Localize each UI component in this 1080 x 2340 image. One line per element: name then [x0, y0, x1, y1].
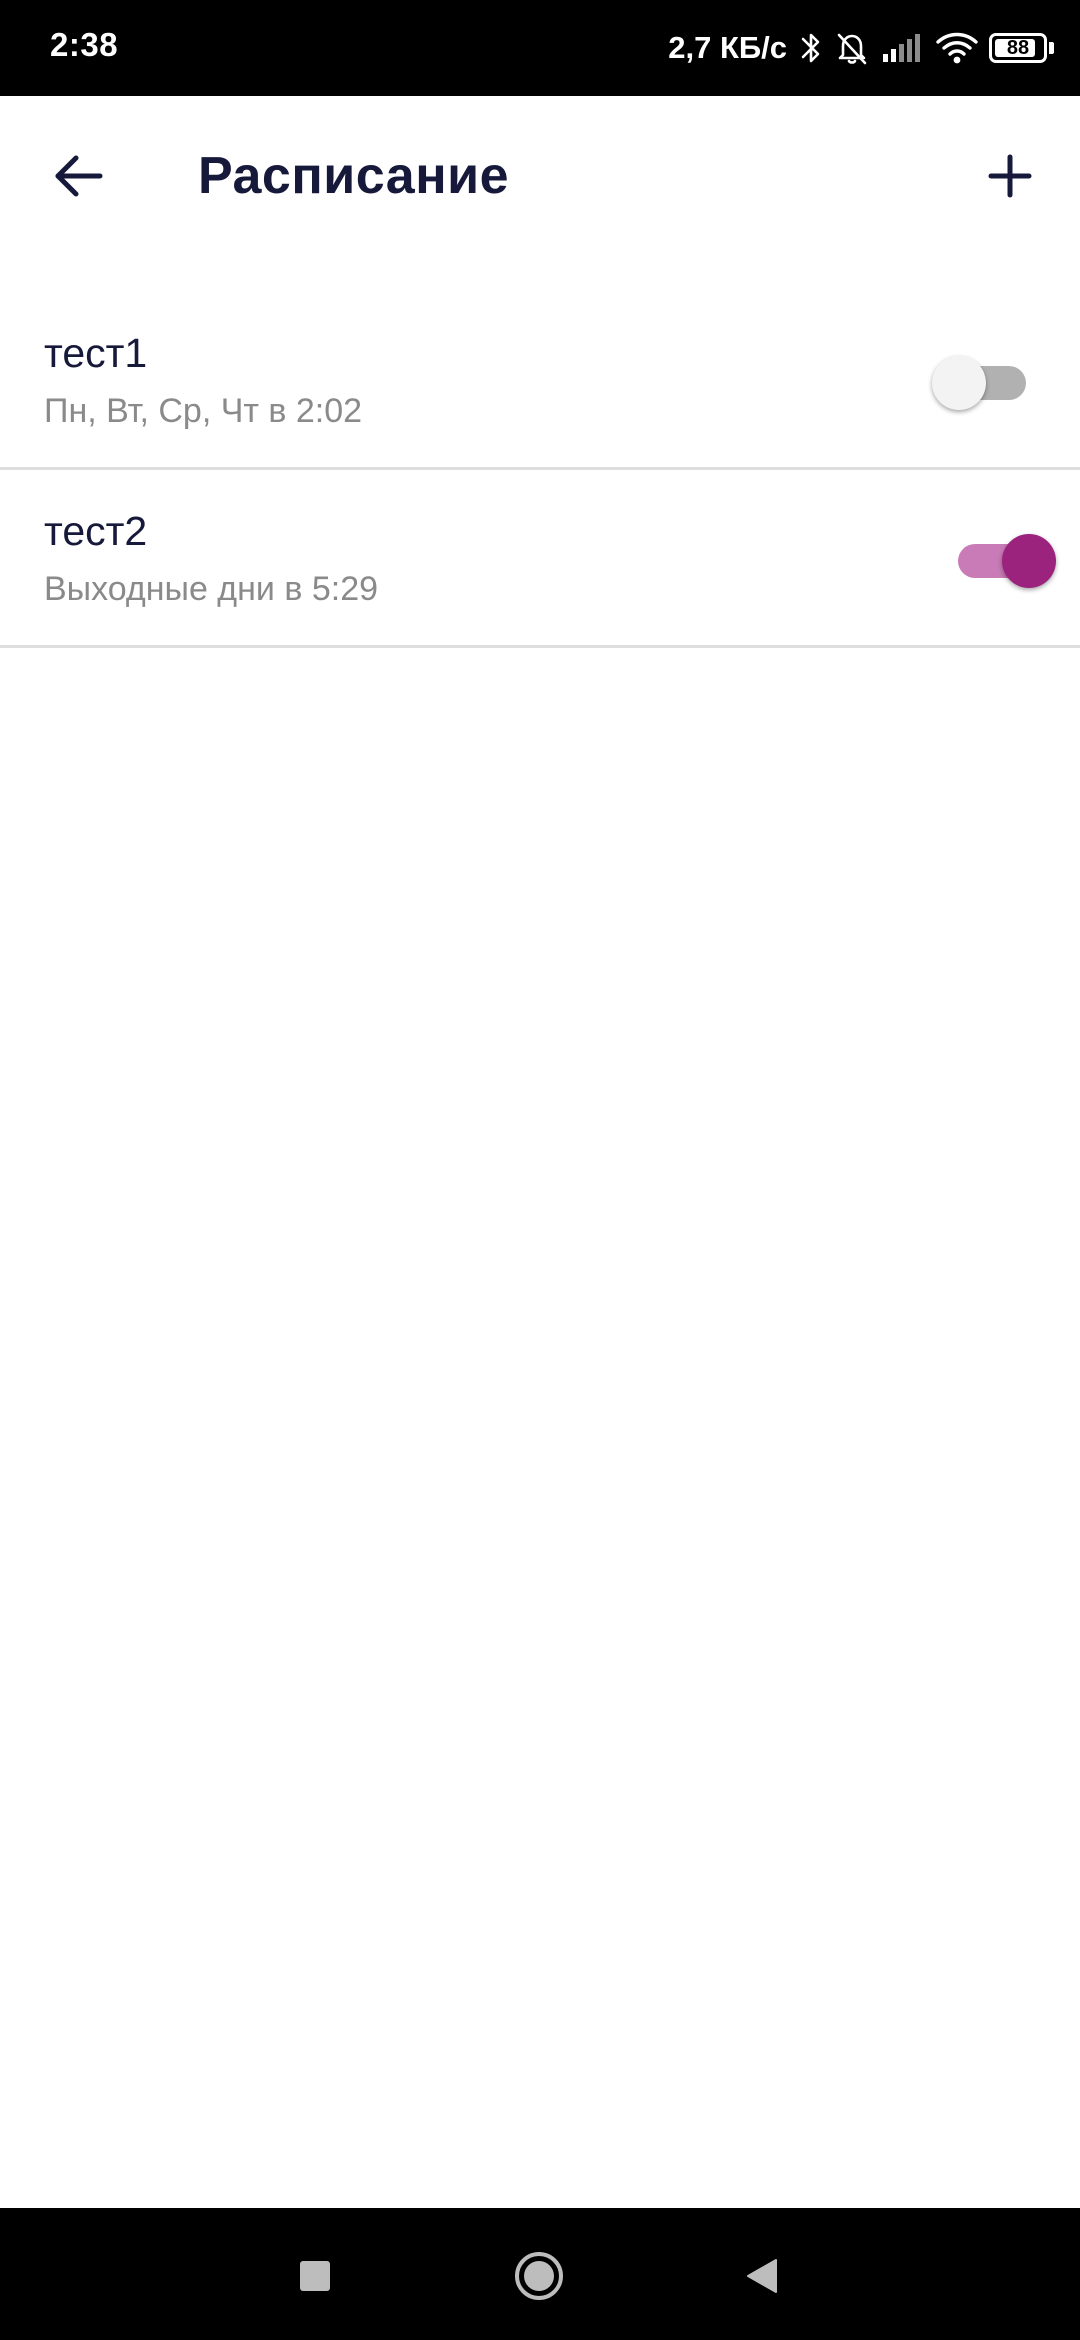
home-icon	[515, 2252, 563, 2300]
navigation-bar	[0, 2208, 1080, 2340]
back-triangle-icon	[747, 2259, 777, 2293]
alarm-off-icon	[833, 29, 871, 67]
plus-icon	[988, 154, 1032, 198]
status-time: 2:38	[50, 26, 119, 63]
battery-icon: 88	[989, 33, 1047, 63]
app-bar: Расписание	[0, 96, 1080, 256]
schedule-item[interactable]: тест1 Пн, Вт, Ср, Чт в 2:02	[0, 292, 1080, 470]
schedule-name: тест1	[44, 330, 148, 376]
signal-icon	[881, 32, 925, 64]
recent-apps-button[interactable]	[283, 2244, 347, 2308]
status-icons: 2,7 КБ/с 88	[668, 22, 1054, 74]
arrow-left-icon	[55, 155, 103, 197]
screen: 2:38 2,7 КБ/с 88 Расписание тест1 Пн, Вт…	[0, 0, 1080, 2340]
schedule-toggle[interactable]	[932, 352, 1032, 410]
schedule-name: тест2	[44, 508, 148, 554]
switch-thumb	[1002, 534, 1056, 588]
status-bar: 2:38 2,7 КБ/с 88	[0, 0, 1080, 96]
schedule-description: Пн, Вт, Ср, Чт в 2:02	[44, 392, 363, 430]
bluetooth-icon	[799, 30, 823, 66]
schedule-description: Выходные дни в 5:29	[44, 570, 379, 608]
switch-thumb	[932, 356, 986, 410]
back-button[interactable]	[40, 138, 116, 214]
nav-back-button[interactable]	[730, 2244, 794, 2308]
battery-tip	[1049, 42, 1054, 54]
schedule-toggle[interactable]	[958, 530, 1056, 588]
schedule-list: тест1 Пн, Вт, Ср, Чт в 2:02 тест2 Выходн…	[0, 292, 1080, 648]
page-title: Расписание	[198, 147, 509, 205]
network-speed: 2,7 КБ/с	[668, 30, 787, 65]
recent-apps-icon	[300, 2261, 330, 2291]
schedule-item[interactable]: тест2 Выходные дни в 5:29	[0, 470, 1080, 648]
home-button[interactable]	[507, 2244, 571, 2308]
add-schedule-button[interactable]	[970, 136, 1050, 216]
wifi-icon	[935, 31, 979, 65]
battery-level: 88	[1006, 37, 1030, 59]
